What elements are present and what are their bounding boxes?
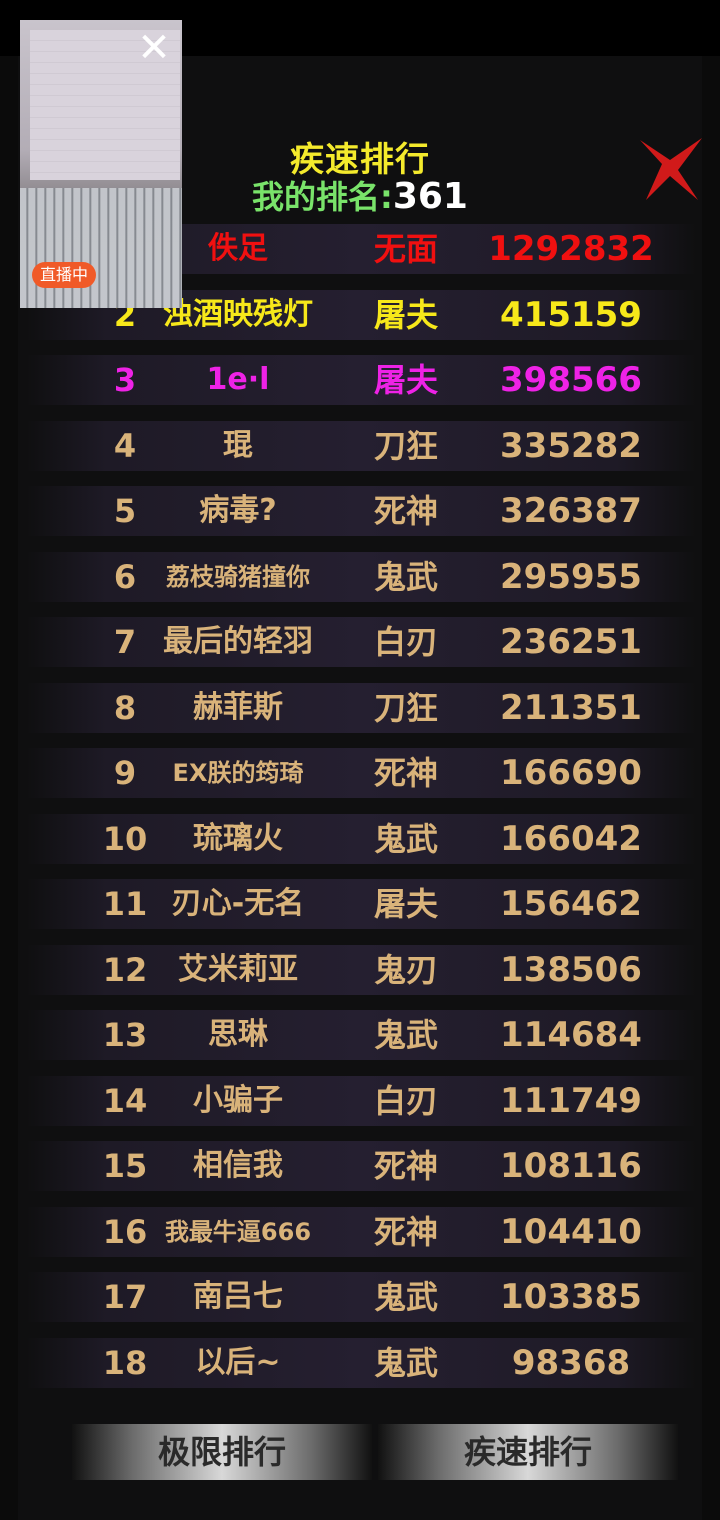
player-class: 白刃 <box>373 1081 438 1120</box>
player-class: 鬼武 <box>373 1278 438 1316</box>
table-row: 5 病毒? 死神 326387 <box>26 486 696 536</box>
table-row: 16 我最牛逼666 死神 104410 <box>26 1206 696 1257</box>
player-name: 艾米莉亚 <box>178 951 298 987</box>
table-row: 13 思琳 鬼武 114684 <box>26 1010 696 1060</box>
rank-number: 3 <box>113 361 137 399</box>
player-name: 荔枝骑猪撞你 <box>166 562 310 591</box>
rank-number: 12 <box>102 950 148 989</box>
table-row: 9 EX朕的筠琦 死神 166690 <box>26 748 696 798</box>
player-score: 335282 <box>500 425 642 466</box>
player-name: 1e·l <box>206 362 270 397</box>
player-class: 鬼武 <box>373 557 438 596</box>
player-class: 死神 <box>373 754 438 792</box>
player-score: 211351 <box>500 687 642 728</box>
table-row: 11 刃心-无名 屠夫 156462 <box>26 879 696 929</box>
player-class: 刀狂 <box>373 688 438 727</box>
player-score: 236251 <box>500 622 642 662</box>
tab-limit-ranking[interactable]: 极限排行 <box>72 1424 372 1480</box>
player-class: 死神 <box>373 1212 438 1251</box>
my-rank-label: 我的排名: <box>252 178 393 216</box>
player-score: 326387 <box>500 491 642 531</box>
rank-number: 7 <box>113 623 137 661</box>
tab-speed-ranking[interactable]: 疾速排行 <box>378 1424 678 1480</box>
player-name: EX朕的筠琦 <box>172 759 304 787</box>
player-score: 98368 <box>511 1342 631 1383</box>
rank-number: 11 <box>102 885 148 923</box>
player-class: 鬼武 <box>373 819 438 858</box>
player-class: 鬼武 <box>373 1343 438 1382</box>
table-row: 6 荔枝骑猪撞你 鬼武 295955 <box>26 551 696 602</box>
player-score: 108116 <box>500 1146 642 1186</box>
rank-number: 18 <box>102 1343 148 1382</box>
player-class: 鬼刃 <box>373 950 438 989</box>
table-row: 17 南吕七 鬼武 103385 <box>26 1272 696 1322</box>
rank-number: 17 <box>102 1278 148 1316</box>
rank-number: 10 <box>102 819 148 858</box>
table-row: 12 艾米莉亚 鬼刃 138506 <box>26 944 696 995</box>
rank-number: 4 <box>113 426 137 465</box>
player-name: 小骗子 <box>193 1082 283 1118</box>
rank-number: 15 <box>102 1147 148 1185</box>
player-name: 赫菲斯 <box>193 689 283 725</box>
player-score: 398566 <box>500 360 642 400</box>
close-icon <box>640 138 702 200</box>
player-name: 病毒? <box>199 493 277 528</box>
close-live-button[interactable]: ✕ <box>134 28 174 68</box>
player-score: 156462 <box>500 884 642 924</box>
player-name: 最后的轻羽 <box>163 624 313 659</box>
player-class: 刀狂 <box>373 426 438 465</box>
table-row: 15 相信我 死神 108116 <box>26 1141 696 1191</box>
player-name: 琨 <box>223 427 253 463</box>
player-name: 刃心-无名 <box>171 886 305 921</box>
player-name: 我最牛逼666 <box>164 1217 312 1246</box>
player-class: 死神 <box>373 1147 438 1185</box>
player-class: 鬼武 <box>373 1016 438 1054</box>
close-leaderboard-button[interactable] <box>632 134 708 206</box>
rank-number: 8 <box>113 688 137 727</box>
rank-number: 13 <box>102 1016 148 1054</box>
player-name: 相信我 <box>193 1148 283 1183</box>
my-rank-value: 361 <box>392 176 468 217</box>
live-badge: 直播中 <box>32 262 97 288</box>
player-name: 思琳 <box>208 1017 268 1052</box>
table-row: 7 最后的轻羽 白刃 236251 <box>26 617 696 667</box>
player-class: 白刃 <box>373 623 438 661</box>
player-score: 103385 <box>500 1277 642 1317</box>
player-class: 无面 <box>373 230 438 268</box>
player-class: 屠夫 <box>373 295 438 334</box>
table-row: 8 赫菲斯 刀狂 211351 <box>26 682 696 733</box>
table-row: 4 琨 刀狂 335282 <box>26 420 696 471</box>
player-score: 415159 <box>500 294 642 335</box>
player-name: 琉璃火 <box>193 820 283 856</box>
rank-number: 16 <box>102 1212 148 1251</box>
player-class: 死神 <box>373 492 438 530</box>
rank-number: 14 <box>102 1081 148 1120</box>
player-score: 1292832 <box>488 229 654 269</box>
player-score: 166042 <box>500 818 642 859</box>
player-score: 104410 <box>500 1211 642 1252</box>
rank-number: 9 <box>113 754 137 792</box>
player-class: 屠夫 <box>373 361 438 399</box>
stream-video-book <box>20 188 182 308</box>
player-score: 138506 <box>500 949 642 990</box>
player-name: 南吕七 <box>193 1279 283 1314</box>
player-score: 114684 <box>500 1015 642 1055</box>
rank-number: 6 <box>113 557 137 596</box>
player-score: 295955 <box>500 556 642 597</box>
player-name: 以后~ <box>195 1344 281 1380</box>
player-score: 166690 <box>500 753 642 793</box>
table-row: 10 琉璃火 鬼武 166042 <box>26 813 696 864</box>
table-row: 14 小骗子 白刃 111749 <box>26 1075 696 1126</box>
player-score: 111749 <box>500 1080 642 1121</box>
rank-number: 5 <box>113 492 137 530</box>
table-row: 18 以后~ 鬼武 98368 <box>26 1337 696 1388</box>
player-class: 屠夫 <box>373 885 438 923</box>
table-row: 3 1e·l 屠夫 398566 <box>26 355 696 405</box>
